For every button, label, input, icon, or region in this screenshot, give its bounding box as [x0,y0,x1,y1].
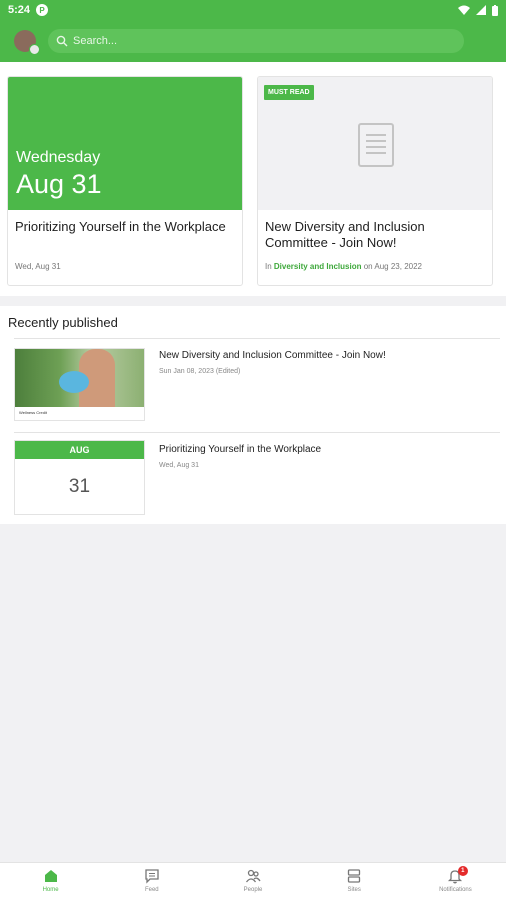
calendar-day: 31 [68,476,91,497]
chat-icon [145,869,159,884]
piggy-bank-image [59,371,89,393]
featured-card-title: Prioritizing Yourself in the Workplace [15,219,226,234]
list-item-title: Prioritizing Yourself in the Workplace [159,444,322,455]
bottom-nav: Home Feed People Sites 1 Notifications [0,862,506,900]
search-input[interactable] [73,35,433,47]
nav-label: People [243,887,263,893]
app-notification-icon: P [36,4,49,16]
avatar[interactable] [14,30,40,55]
article-placeholder-banner: MUST READ [258,77,492,210]
featured-card-title: New Diversity and Inclusion Committee - … [265,219,425,250]
nav-label: Notifications [439,887,472,893]
document-icon [358,123,394,167]
nav-people[interactable]: People [202,863,303,900]
event-weekday: Wednesday [16,149,101,166]
signal-icon [476,5,486,15]
nav-label: Feed [144,887,159,893]
featured-section: Wednesday Aug 31 Prioritizing Yourself i… [0,62,506,296]
notification-count-badge: 1 [457,866,468,876]
home-icon [44,870,57,882]
divider [14,338,500,339]
nav-label: Sites [347,887,361,893]
event-date-banner: Wednesday Aug 31 [8,77,242,210]
divider [14,432,500,433]
featured-card-article[interactable]: MUST READ New Diversity and Inclusion Co… [257,76,493,286]
event-date: Aug 31 [16,169,102,199]
event-calendar-thumbnail: AUG 31 [14,440,145,515]
people-icon [245,869,261,883]
battery-icon [492,4,498,16]
status-time: 5:24 [8,4,31,16]
list-item-title: New Diversity and Inclusion Committee - … [159,350,386,361]
status-bar: 5:24 P [0,0,506,20]
nav-notifications[interactable]: 1 Notifications [405,863,506,900]
nav-label: Home [42,887,59,893]
app-header [0,20,506,62]
status-icons [458,4,498,16]
thumbnail-caption: Wellness Credit [19,410,47,415]
must-read-badge: MUST READ [264,85,314,100]
avatar-status-icon [29,44,40,55]
nav-feed[interactable]: Feed [101,863,202,900]
wifi-icon [458,5,470,15]
meta-date: on Aug 23, 2022 [363,262,422,271]
article-thumbnail: Wellness Credit [14,348,145,421]
search-icon [56,35,68,47]
featured-card-meta: Wed, Aug 31 [15,262,61,271]
featured-card-event[interactable]: Wednesday Aug 31 Prioritizing Yourself i… [7,76,243,286]
site-link[interactable]: Diversity and Inclusion [274,262,362,271]
search-bar[interactable] [48,29,464,53]
meta-prefix: In [265,262,272,271]
featured-card-meta: In Diversity and Inclusion on Aug 23, 20… [265,262,422,271]
list-item-meta: Sun Jan 08, 2023 (Edited) [159,368,241,375]
section-heading: Recently published [8,315,118,330]
calendar-month: AUG [15,441,144,459]
nav-home[interactable]: Home [0,863,101,900]
sites-icon [348,869,361,883]
nav-sites[interactable]: Sites [304,863,405,900]
recently-published-section: Recently published Wellness Credit New D… [0,306,506,524]
list-item-meta: Wed, Aug 31 [159,462,199,469]
